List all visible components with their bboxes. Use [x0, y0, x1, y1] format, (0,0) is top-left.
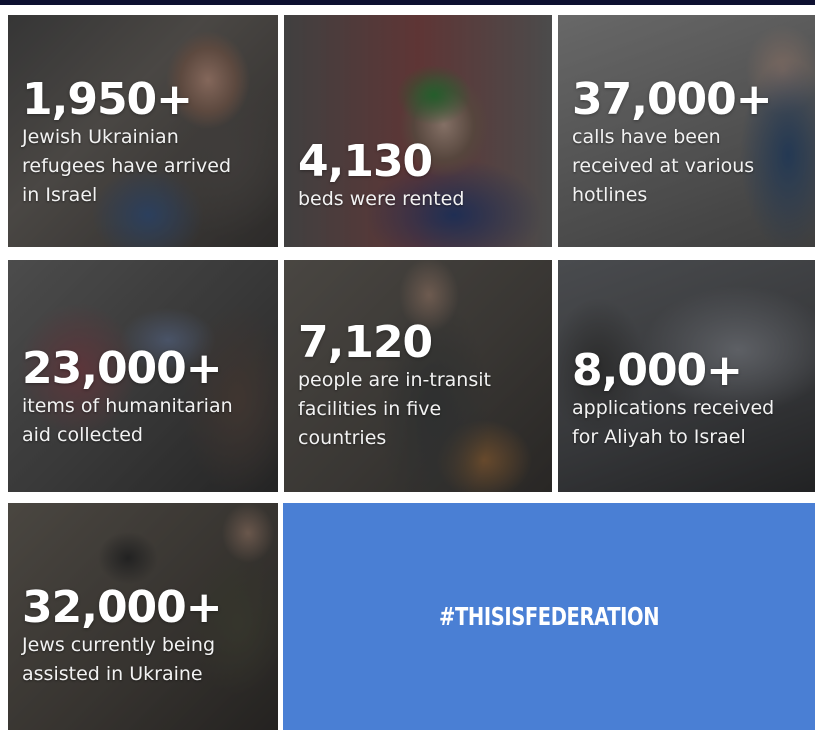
- stat-tile-calls: 37,000+ calls have been received at vari…: [558, 15, 815, 247]
- stat-description-line: in Israel: [22, 184, 98, 206]
- stat-number: 4,130: [298, 136, 433, 187]
- stat-tile-assisted: 32,000+ Jews currently being assisted in…: [8, 503, 278, 730]
- stat-description-line: refugees have arrived: [22, 155, 232, 177]
- stat-description-line: aid collected: [22, 424, 143, 446]
- stat-number: 32,000+: [22, 582, 223, 633]
- stat-tile-aid: 23,000+ items of humanitarian aid collec…: [8, 260, 278, 492]
- stat-number: 37,000+: [572, 74, 773, 125]
- stat-description-line: received at various: [572, 155, 755, 177]
- stat-description-line: applications received: [572, 397, 775, 419]
- stat-description-line: Jews currently being: [22, 634, 216, 656]
- stat-description-line: countries: [298, 427, 387, 449]
- stat-tile-transit: 7,120 people are in-transit facilities i…: [284, 260, 552, 492]
- stat-description-line: assisted in Ukraine: [22, 663, 203, 685]
- stat-description-line: hotlines: [572, 184, 648, 206]
- stat-number: 23,000+: [22, 343, 223, 394]
- stat-description-line: items of humanitarian: [22, 395, 233, 417]
- stat-description-line: calls have been: [572, 126, 721, 148]
- stat-description-line: beds were rented: [298, 188, 465, 210]
- stat-description-line: people are in-transit: [298, 369, 491, 391]
- hashtag-tile: #THISISFEDERATION: [283, 503, 815, 730]
- stat-number: 8,000+: [572, 345, 743, 396]
- hashtag-text: #THISISFEDERATION: [438, 602, 660, 631]
- stat-description-line: for Aliyah to Israel: [572, 426, 746, 448]
- stat-description-line: facilities in five: [298, 398, 442, 420]
- top-bar: [0, 0, 815, 5]
- stat-number: 7,120: [298, 317, 433, 368]
- stat-number: 1,950+: [22, 74, 193, 125]
- stat-description-line: Jewish Ukrainian: [22, 126, 179, 148]
- stat-tile-refugees: 1,950+ Jewish Ukrainian refugees have ar…: [8, 15, 278, 247]
- stat-tile-aliyah: 8,000+ applications received for Aliyah …: [558, 260, 815, 492]
- stat-tile-beds: 4,130 beds were rented: [284, 15, 552, 247]
